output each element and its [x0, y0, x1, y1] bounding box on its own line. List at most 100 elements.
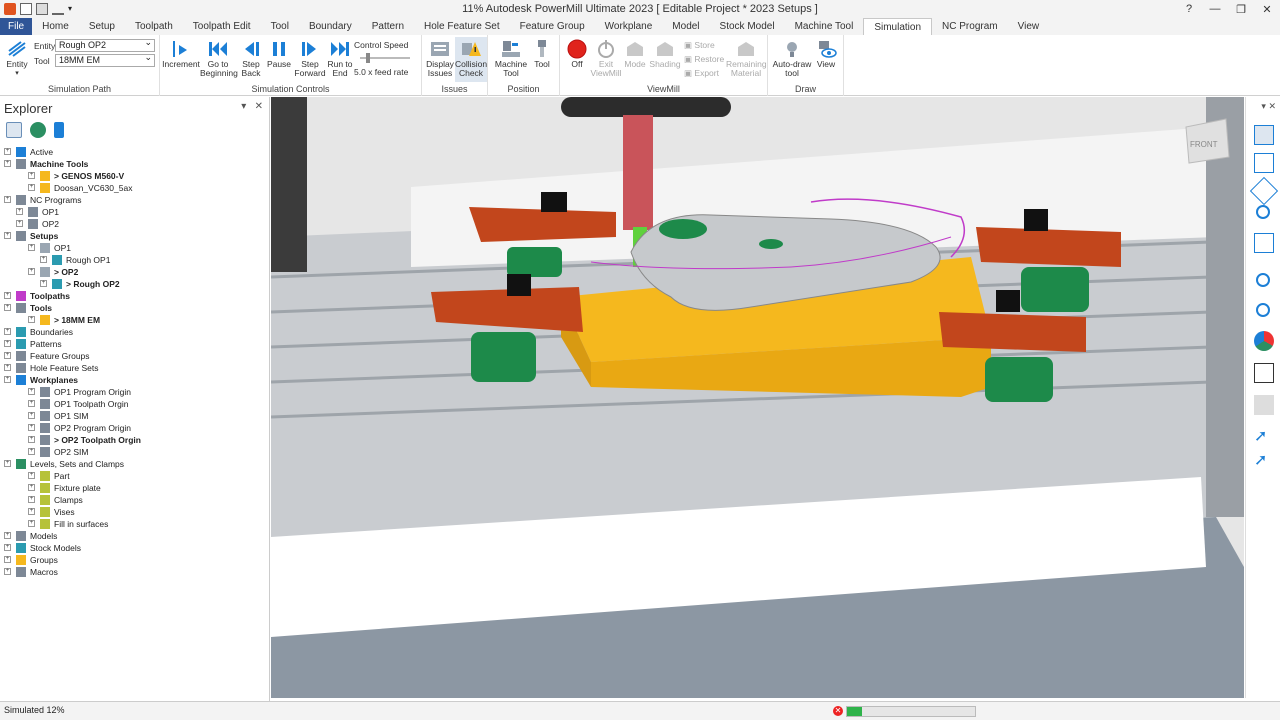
entity-select[interactable]: Rough OP2	[55, 37, 155, 52]
expand-toggle-icon[interactable]: +	[4, 532, 11, 539]
tab-view[interactable]: View	[1008, 18, 1050, 35]
expand-toggle-icon[interactable]: +	[28, 484, 35, 491]
tree-node[interactable]: + > 18MM EM	[0, 314, 268, 326]
run-to-end-button[interactable]: Run to End	[326, 39, 354, 78]
refresh-view-icon[interactable]	[1254, 233, 1274, 253]
expand-toggle-icon[interactable]: +	[4, 460, 11, 467]
expand-toggle-icon[interactable]: +	[4, 340, 11, 347]
tab-home[interactable]: Home	[32, 18, 79, 35]
restore-button[interactable]: ❐	[1228, 0, 1254, 18]
tab-nc-program[interactable]: NC Program	[932, 18, 1008, 35]
tree-node[interactable]: + OP1	[0, 206, 268, 218]
tab-file[interactable]: File	[0, 18, 33, 35]
new-file-icon[interactable]	[20, 3, 32, 15]
tree-node[interactable]: + > GENOS M560-V	[0, 170, 268, 182]
step-forward-button[interactable]: Step Forward	[294, 39, 326, 78]
tree-node[interactable]: + Workplanes	[0, 374, 268, 386]
tree-node[interactable]: + Macros	[0, 566, 268, 578]
mode-button[interactable]: Mode	[622, 39, 648, 69]
tree-node[interactable]: + Active	[0, 146, 268, 158]
expand-toggle-icon[interactable]: +	[4, 352, 11, 359]
tree-node[interactable]: + Clamps	[0, 494, 268, 506]
close-button[interactable]: ✕	[1254, 0, 1280, 18]
tree-node[interactable]: + Groups	[0, 554, 268, 566]
tree-node[interactable]: + Part	[0, 470, 268, 482]
pick-cursor-icon[interactable]: ➚	[1254, 451, 1274, 471]
go-to-beginning-button[interactable]: Go to Beginning	[200, 39, 238, 78]
display-issues-button[interactable]: Display Issues	[426, 39, 454, 78]
expand-toggle-icon[interactable]: +	[4, 544, 11, 551]
tree-node[interactable]: + OP1	[0, 242, 268, 254]
tree-node[interactable]: + > OP2	[0, 266, 268, 278]
tree-node[interactable]: + Rough OP1	[0, 254, 268, 266]
tree-node[interactable]: + > Rough OP2	[0, 278, 268, 290]
globe-icon[interactable]	[30, 122, 46, 138]
expand-toggle-icon[interactable]: +	[4, 304, 11, 311]
help-icon[interactable]: ?	[1176, 0, 1202, 18]
expand-toggle-icon[interactable]: +	[28, 520, 35, 527]
expand-toggle-icon[interactable]: +	[4, 556, 11, 563]
tree-node[interactable]: + Patterns	[0, 338, 268, 350]
expand-toggle-icon[interactable]: +	[28, 424, 35, 431]
expand-toggle-icon[interactable]: +	[28, 316, 35, 323]
tree-node[interactable]: + OP1 Toolpath Orgin	[0, 398, 268, 410]
view-button[interactable]: View	[814, 39, 838, 69]
exit-viewmill-button[interactable]: Exit ViewMill	[590, 39, 622, 78]
tree-node[interactable]: + Vises	[0, 506, 268, 518]
expand-toggle-icon[interactable]: +	[4, 364, 11, 371]
tree-node[interactable]: + Feature Groups	[0, 350, 268, 362]
expand-toggle-icon[interactable]: +	[28, 412, 35, 419]
expand-toggle-icon[interactable]: +	[28, 400, 35, 407]
tab-setup[interactable]: Setup	[79, 18, 125, 35]
expand-toggle-icon[interactable]: +	[4, 568, 11, 575]
select-cursor-icon[interactable]: ➚	[1254, 427, 1274, 447]
auto-draw-tool-button[interactable]: Auto-draw tool	[772, 39, 812, 78]
expand-toggle-icon[interactable]: +	[4, 376, 11, 383]
expand-toggle-icon[interactable]: +	[28, 472, 35, 479]
tree-node[interactable]: + Machine Tools	[0, 158, 268, 170]
entity-button[interactable]: Entity ▾	[6, 39, 28, 78]
expand-toggle-icon[interactable]: +	[28, 184, 35, 191]
expand-toggle-icon[interactable]: +	[40, 256, 47, 263]
tab-boundary[interactable]: Boundary	[299, 18, 362, 35]
restore-button[interactable]: ▣ Restore	[684, 54, 724, 65]
tree-node[interactable]: + OP1 SIM	[0, 410, 268, 422]
tree-node[interactable]: + OP2 Program Origin	[0, 422, 268, 434]
expand-toggle-icon[interactable]: +	[4, 148, 11, 155]
trash-icon[interactable]	[54, 122, 64, 138]
expand-toggle-icon[interactable]: +	[28, 496, 35, 503]
tree-node[interactable]: + NC Programs	[0, 194, 268, 206]
expand-toggle-icon[interactable]: +	[28, 388, 35, 395]
chevron-down-icon[interactable]: ▾	[241, 101, 246, 112]
edit-icon[interactable]	[52, 3, 64, 15]
shading-button[interactable]: Shading	[649, 39, 681, 69]
minimize-button[interactable]: —	[1202, 0, 1228, 18]
tree-node[interactable]: + > OP2 Toolpath Orgin	[0, 434, 268, 446]
expand-toggle-icon[interactable]: +	[28, 268, 35, 275]
tree-node[interactable]: + Doosan_VC630_5ax	[0, 182, 268, 194]
view-front-icon[interactable]	[1254, 153, 1274, 173]
increment-button[interactable]: Increment	[162, 39, 200, 69]
expand-toggle-icon[interactable]: +	[4, 160, 11, 167]
expand-toggle-icon[interactable]: +	[28, 244, 35, 251]
tab-toolpath[interactable]: Toolpath	[125, 18, 183, 35]
tree-node[interactable]: + OP2 SIM	[0, 446, 268, 458]
view-iso-icon[interactable]	[1254, 125, 1274, 145]
tab-simulation[interactable]: Simulation	[863, 18, 933, 35]
expand-toggle-icon[interactable]: +	[4, 196, 11, 203]
expand-toggle-icon[interactable]: +	[16, 220, 23, 227]
tree-node[interactable]: + Fixture plate	[0, 482, 268, 494]
tab-toolpath-edit[interactable]: Toolpath Edit	[183, 18, 261, 35]
zoom-box-icon[interactable]	[1256, 273, 1270, 287]
tree-node[interactable]: + OP1 Program Origin	[0, 386, 268, 398]
close-icon[interactable]: ✕	[255, 101, 263, 112]
stop-icon[interactable]: ✕	[833, 706, 843, 716]
zoom-icon[interactable]	[1256, 205, 1270, 219]
tree-view-icon[interactable]	[6, 122, 22, 138]
tree-node[interactable]: + Models	[0, 530, 268, 542]
tree-node[interactable]: + Hole Feature Sets	[0, 362, 268, 374]
export-button[interactable]: ▣ Export	[684, 68, 719, 79]
tab-pattern[interactable]: Pattern	[362, 18, 414, 35]
expand-toggle-icon[interactable]: +	[16, 208, 23, 215]
app-logo-icon[interactable]	[4, 3, 16, 15]
